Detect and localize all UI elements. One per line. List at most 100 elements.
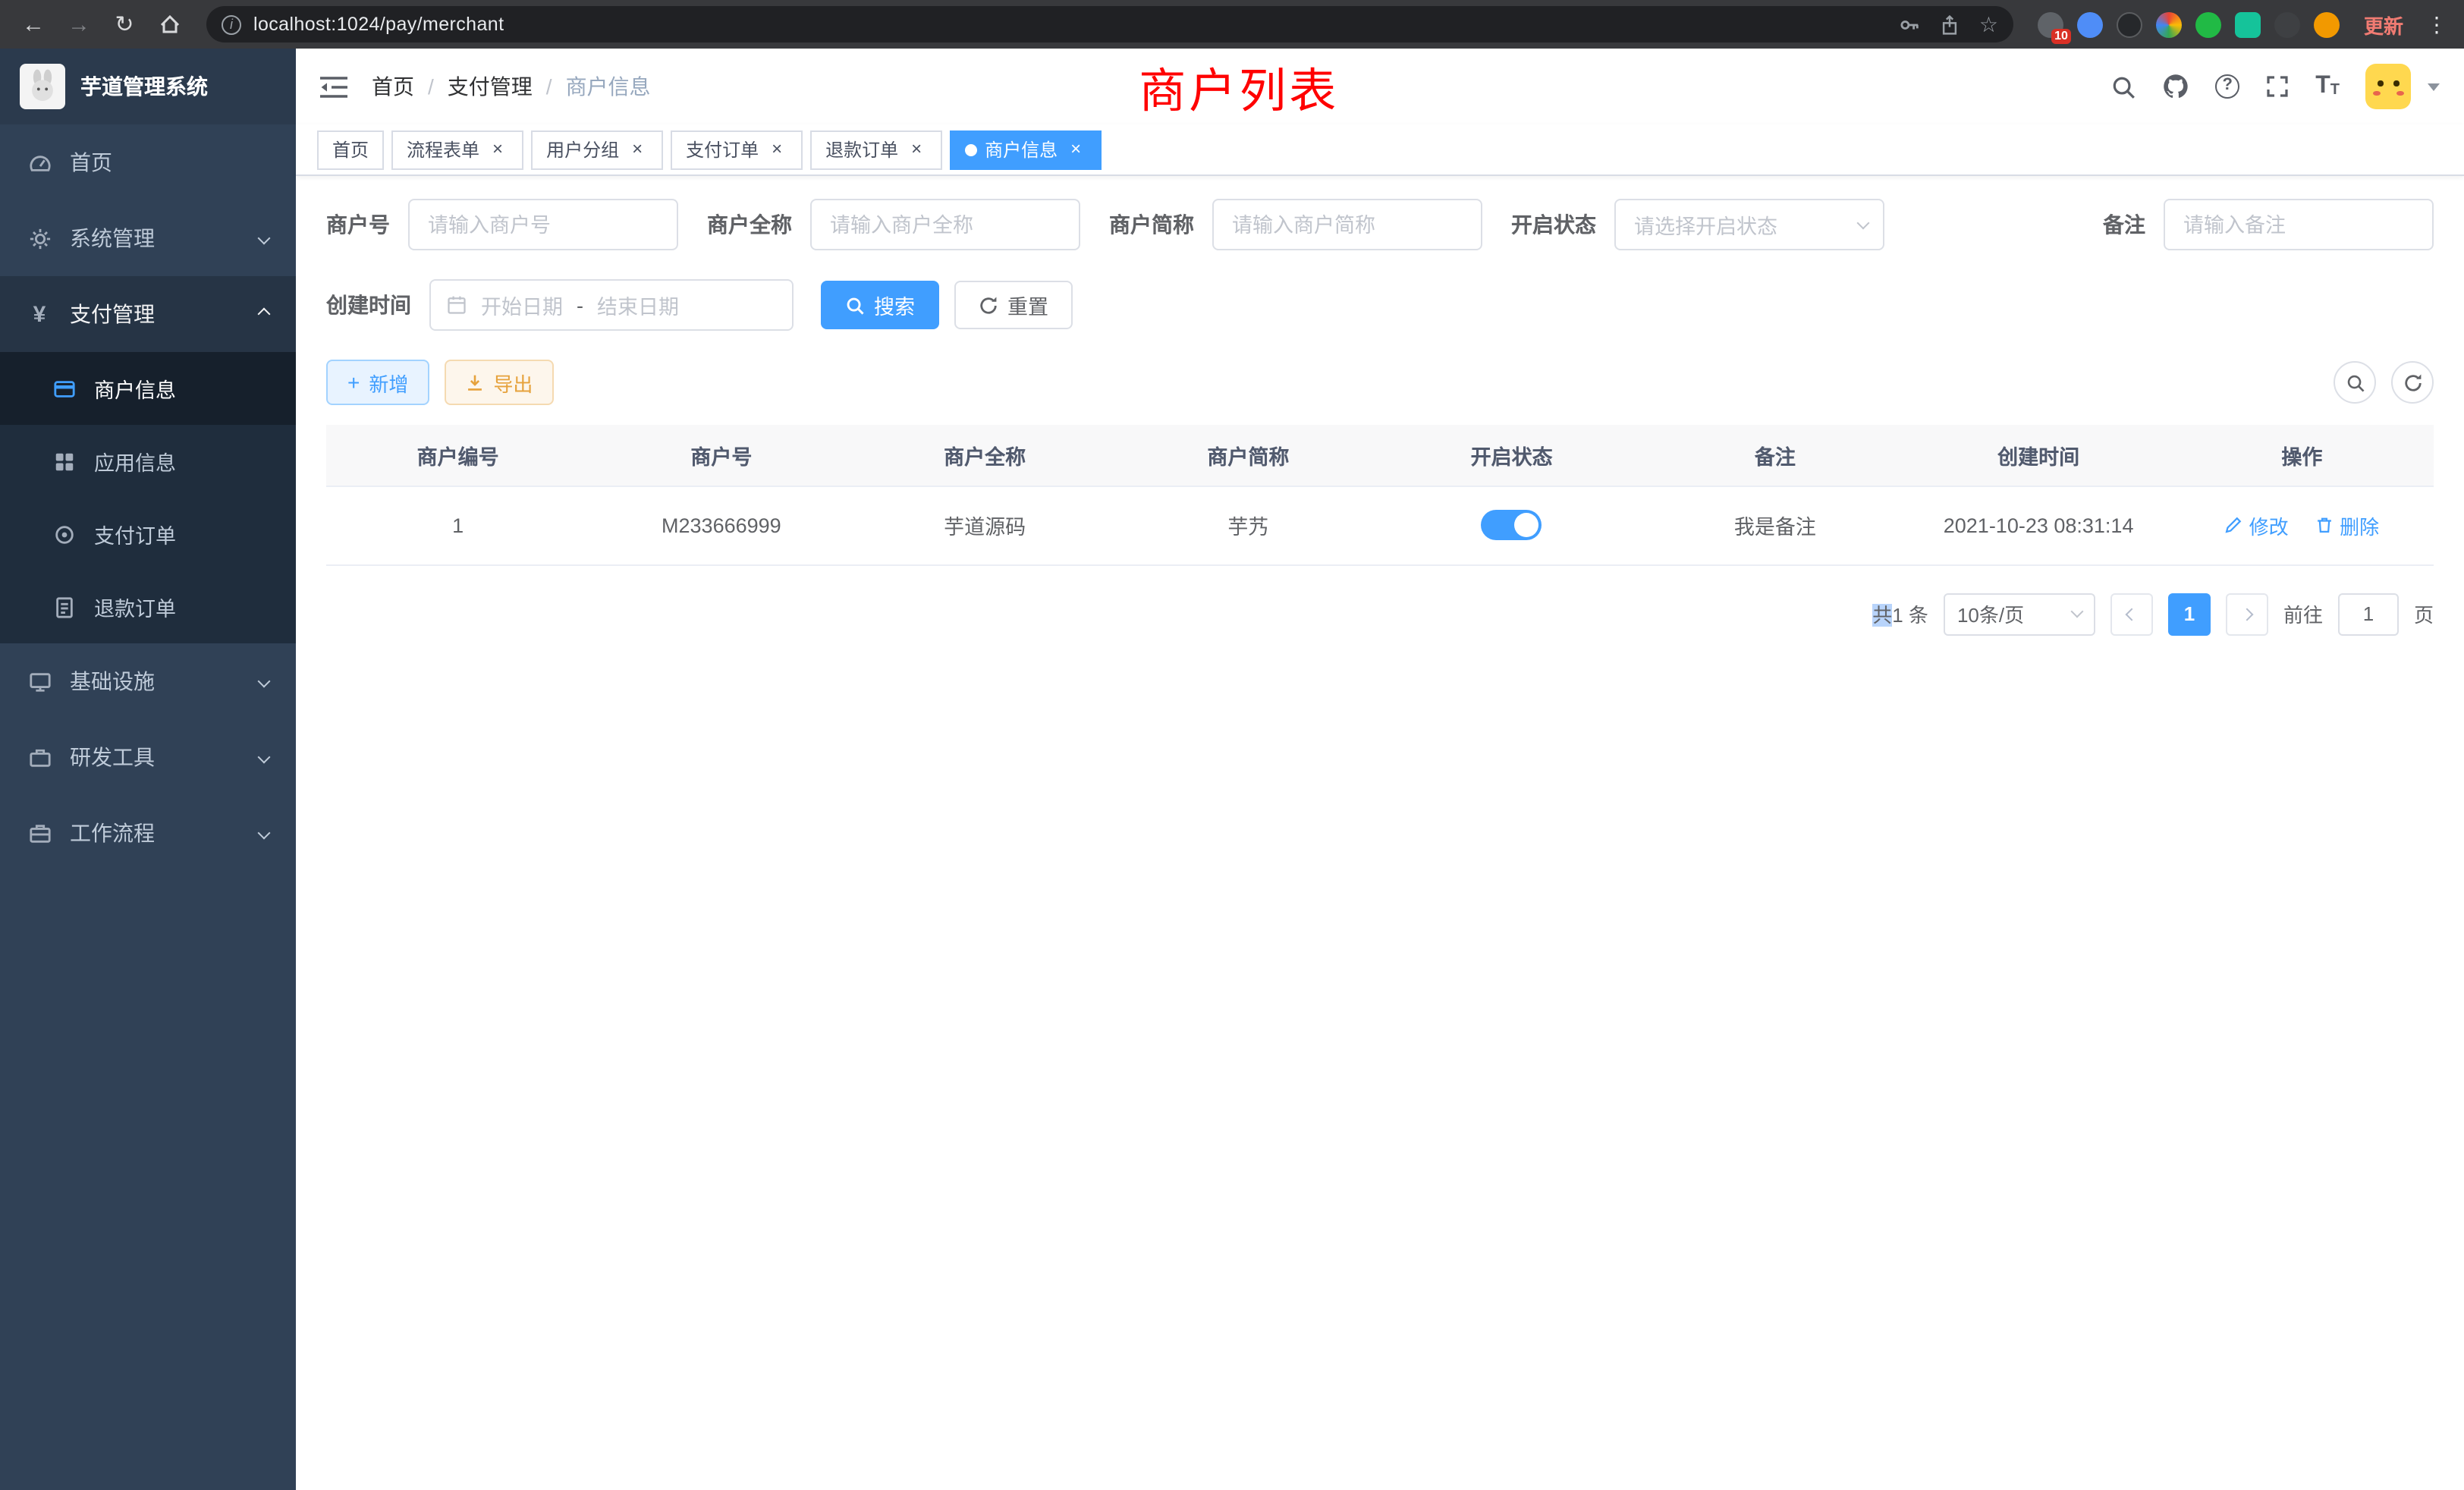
export-button[interactable]: 导出 [445,360,554,405]
extension-icon-8[interactable] [2314,11,2340,37]
search-button[interactable]: 搜索 [821,281,939,329]
close-icon[interactable]: × [906,139,927,160]
cell-short-name: 芋艿 [1117,486,1380,564]
sidebar-item-app-info[interactable]: 应用信息 [0,425,296,498]
search-icon[interactable] [2110,74,2136,99]
sidebar-item-payment[interactable]: ¥ 支付管理 [0,276,296,352]
short-name-input[interactable] [1212,199,1482,250]
date-end-placeholder: 结束日期 [597,290,679,320]
github-icon[interactable] [2162,73,2189,100]
delete-button[interactable]: 删除 [2315,511,2379,539]
chrome-update-button[interactable]: 更新 [2364,10,2403,39]
date-separator: - [577,294,583,316]
goto-page-input[interactable] [2338,593,2399,635]
sidebar-item-label: 应用信息 [94,446,176,476]
close-icon[interactable]: × [487,139,508,160]
sidebar-item-pay-order[interactable]: 支付订单 [0,498,296,571]
browser-forward-button[interactable]: → [61,6,97,42]
sidebar-item-home[interactable]: 首页 [0,124,296,200]
breadcrumb-home[interactable]: 首页 [372,71,414,102]
extension-icon-5[interactable] [2195,11,2221,37]
sidebar-item-dev-tools[interactable]: 研发工具 [0,719,296,795]
sidebar-item-refund-order[interactable]: 退款订单 [0,571,296,643]
tab-home[interactable]: 首页 [317,130,384,169]
extension-icon-1[interactable]: 10 [2038,11,2063,37]
cell-create-time: 2021-10-23 08:31:14 [1907,486,2170,564]
address-bar[interactable]: i localhost:1024/pay/merchant ☆ [206,6,2013,42]
toggle-search-button[interactable] [2334,361,2376,404]
remark-label: 备注 [2103,209,2145,240]
merchant-no-input[interactable] [408,199,678,250]
col-merchant-no: 商户号 [589,425,853,486]
help-icon[interactable]: ? [2215,74,2239,99]
extensions-row: 10 [2038,11,2340,37]
sidebar-item-infrastructure[interactable]: 基础设施 [0,643,296,719]
user-avatar[interactable] [2365,64,2411,109]
close-icon[interactable]: × [766,139,787,160]
target-icon [52,523,76,545]
share-icon[interactable] [1940,13,1961,36]
browser-menu-icon[interactable]: ⋮ [2425,11,2449,37]
toolbox-icon [27,746,52,769]
edit-button[interactable]: 修改 [2225,511,2289,539]
sidebar-item-merchant-info[interactable]: 商户信息 [0,352,296,425]
tab-user-group[interactable]: 用户分组 × [531,130,663,169]
date-start-placeholder: 开始日期 [481,290,563,320]
extension-icon-4[interactable] [2156,11,2182,37]
remark-input[interactable] [2164,199,2434,250]
chevron-down-icon [258,232,271,245]
close-icon[interactable]: × [1065,139,1086,160]
cell-full-name: 芋道源码 [853,486,1117,564]
tab-pay-order[interactable]: 支付订单 × [671,130,803,169]
app-logo[interactable]: 芋道管理系统 [0,49,296,124]
refresh-table-button[interactable] [2391,361,2434,404]
extension-badge: 10 [2051,28,2071,43]
grid-icon [52,450,76,473]
add-button[interactable]: + 新增 [326,360,429,405]
col-remark: 备注 [1643,425,1906,486]
tags-view-bar: 首页 流程表单 × 用户分组 × 支付订单 × 退款订单 × [296,124,2464,176]
site-info-icon[interactable]: i [222,14,241,34]
tab-merchant-info[interactable]: 商户信息 × [950,130,1102,169]
browser-back-button[interactable]: ← [15,6,52,42]
reset-button[interactable]: 重置 [954,281,1073,329]
pagination: 共1 条 10条/页 1 前往 页 [326,593,2434,665]
extension-icon-2[interactable] [2077,11,2103,37]
breadcrumb: 首页 / 支付管理 / 商户信息 [372,71,651,102]
full-name-input[interactable] [810,199,1080,250]
page-number-button[interactable]: 1 [2168,593,2211,635]
status-toggle[interactable] [1482,510,1542,540]
monitor-icon [27,670,52,693]
create-time-label: 创建时间 [326,290,411,320]
status-select[interactable]: 请选择开启状态 [1614,199,1884,250]
page-size-select[interactable]: 10条/页 [1944,593,2095,635]
bookmark-star-icon[interactable]: ☆ [1979,11,1998,37]
tab-process-form[interactable]: 流程表单 × [391,130,523,169]
tab-refund-order[interactable]: 退款订单 × [810,130,942,169]
sidebar-item-workflow[interactable]: 工作流程 [0,795,296,871]
font-size-icon[interactable]: TT [2315,74,2340,99]
extension-icon-6[interactable] [2235,11,2261,37]
password-key-icon[interactable] [1899,13,1922,36]
browser-reload-button[interactable]: ↻ [106,6,143,42]
create-time-range-picker[interactable]: 开始日期 - 结束日期 [429,279,794,331]
prev-page-button[interactable] [2110,593,2153,635]
sidebar-item-system[interactable]: 系统管理 [0,200,296,276]
cell-merchant-id: 1 [326,486,589,564]
fullscreen-icon[interactable] [2265,74,2290,99]
breadcrumb-separator: / [546,74,552,99]
breadcrumb-payment[interactable]: 支付管理 [448,71,533,102]
close-icon[interactable]: × [627,139,648,160]
extension-icon-3[interactable] [2117,11,2142,37]
refresh-icon [979,295,998,315]
chevron-down-icon [258,675,271,688]
next-page-button[interactable] [2226,593,2268,635]
sidebar-item-label: 支付管理 [70,299,155,329]
table-row: 1 M233666999 芋道源码 芋艿 我是备注 2021-10-23 08:… [326,486,2434,564]
page-unit-label: 页 [2414,599,2434,628]
extension-icon-7[interactable] [2274,11,2300,37]
sidebar-toggle-icon[interactable] [320,75,347,98]
browser-home-button[interactable] [152,6,188,42]
yen-icon: ¥ [27,301,52,327]
avatar-caret-icon[interactable] [2428,83,2440,90]
